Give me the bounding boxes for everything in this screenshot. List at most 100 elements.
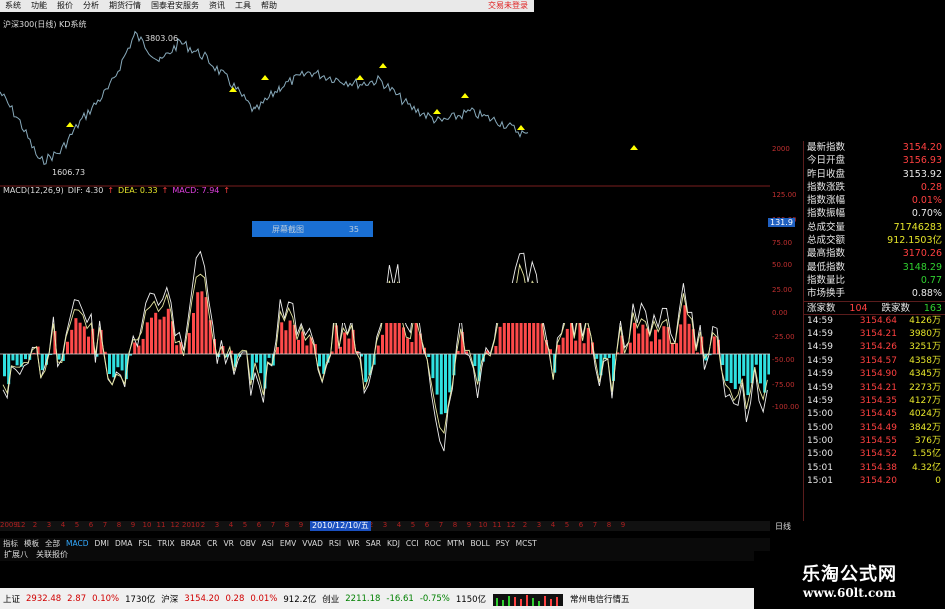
macd-bar	[108, 354, 111, 375]
low-price-label: 1606.73	[52, 168, 86, 177]
hs-label: 沪深	[161, 594, 179, 605]
tick-t: 15:00	[807, 422, 833, 433]
indicator-tab[interactable]: CCI	[403, 538, 422, 549]
macd-bar	[305, 345, 309, 354]
macd-arrow-icon: ↑	[223, 186, 231, 195]
menu-item[interactable]: 工具	[230, 0, 256, 12]
date-tick: 7	[592, 521, 598, 529]
axis-tick: -50.00	[772, 356, 795, 364]
macd-bar	[208, 320, 212, 354]
screenshot-overlay[interactable]: 屏幕截图 35	[252, 221, 373, 237]
macd-bar	[288, 320, 292, 354]
tick-t: 15:01	[807, 462, 833, 473]
indicator-tab[interactable]: 全部	[42, 538, 63, 549]
menu-item[interactable]: 分析	[78, 0, 104, 12]
indicator-tab[interactable]: WR	[344, 538, 363, 549]
indicator-tab[interactable]: RSI	[326, 538, 344, 549]
date-tick: 8	[452, 521, 458, 529]
indicator-tab[interactable]: BRAR	[178, 538, 204, 549]
macd-bar	[255, 354, 258, 363]
tick-t: 15:00	[807, 409, 833, 420]
indicator-tab[interactable]: ROC	[422, 538, 444, 549]
tick-v: 1.55亿	[911, 449, 941, 460]
macd-bar	[759, 354, 762, 384]
menu-item[interactable]: 功能	[26, 0, 52, 12]
sh-change: 2.87	[67, 593, 87, 604]
chart-title: 沪深300(日线) KD系统	[3, 20, 87, 29]
indicator-tab[interactable]: OBV	[237, 538, 259, 549]
macd-bar	[431, 354, 435, 379]
indicator-tab[interactable]: VR	[220, 538, 236, 549]
quote-value: 0.28	[920, 181, 942, 193]
indicator-tab[interactable]: BOLL	[467, 538, 492, 549]
macd-bar	[448, 354, 452, 393]
indicator-tab[interactable]: KDJ	[384, 538, 403, 549]
macd-bar	[557, 344, 561, 354]
indicator-tab[interactable]: DMI	[91, 538, 111, 549]
quote-row: 指数涨幅 0.01%	[804, 194, 945, 207]
quote-value: 912.1503亿	[887, 235, 942, 247]
macd-bar	[166, 308, 170, 354]
period-label[interactable]: 日线	[775, 521, 791, 532]
macd-bar	[364, 354, 368, 383]
macd-bar	[141, 338, 145, 354]
menu-item[interactable]: 帮助	[256, 0, 282, 12]
tick-v: 4126万	[909, 315, 941, 326]
tick-p: 3154.52	[859, 449, 897, 460]
indicator-tab[interactable]: 指标	[0, 538, 21, 549]
indicator-tab[interactable]: PSY	[493, 538, 513, 549]
date-tick: 6	[578, 521, 584, 529]
macd-bar	[15, 354, 19, 366]
date-tick: 7	[438, 521, 444, 529]
date-tick: 5	[74, 521, 80, 529]
indicator-tab[interactable]: MTM	[444, 538, 468, 549]
tick-p: 3154.35	[859, 395, 897, 406]
indicator-tab[interactable]: MACD	[63, 538, 91, 549]
redacted-area	[323, 283, 620, 323]
macd-bar	[309, 337, 313, 354]
sub-tabs: 扩展八 关联报价	[0, 549, 770, 561]
date-tick: 12	[170, 521, 180, 529]
macd-bar	[78, 322, 82, 354]
macd-bar	[649, 341, 653, 354]
indicator-tab[interactable]: EMV	[277, 538, 299, 549]
macd-bar	[406, 338, 410, 354]
macd-bar	[435, 354, 439, 395]
indicator-tab[interactable]: MCST	[513, 538, 540, 549]
quote-row: 指数量比 0.77	[804, 274, 945, 287]
macd-bar	[733, 354, 737, 390]
date-tick: 8	[116, 521, 122, 529]
indicator-tab[interactable]: TRIX	[154, 538, 177, 549]
indicator-tab[interactable]: ASI	[259, 538, 277, 549]
quote-panel: 最新指数 3154.20 今日开盘 3156.93 昨日收盘 3153.92 指数涨跌 0.2…	[803, 141, 945, 521]
macd-bar	[414, 320, 418, 354]
indicator-tab[interactable]: CR	[204, 538, 220, 549]
trade-status-label[interactable]: 交易未登录	[488, 0, 532, 12]
menu-item[interactable]: 报价	[52, 0, 78, 12]
quote-key: 总成交量	[807, 221, 846, 233]
tick-row: 14:59 3154.57 4358万	[804, 355, 945, 368]
quote-row: 总成交额 912.1503亿	[804, 234, 945, 247]
indicator-tab[interactable]: SAR	[363, 538, 384, 549]
menu-item[interactable]: 期货行情	[104, 0, 146, 12]
menu-item[interactable]: 国泰君安服务	[146, 0, 204, 12]
indicator-tab[interactable]: DMA	[112, 538, 135, 549]
tick-t: 14:59	[807, 328, 833, 339]
indicator-tab[interactable]: VVAD	[299, 538, 326, 549]
indicator-tab[interactable]: FSL	[135, 538, 154, 549]
macd-bar	[200, 291, 204, 354]
sub-tab[interactable]: 关联报价	[32, 549, 72, 561]
macd-bar	[267, 354, 271, 358]
current-value-tag: 131.9	[768, 218, 795, 227]
indicator-tab[interactable]: 模板	[21, 538, 42, 549]
sh-value: 2932.48	[26, 593, 62, 604]
menu-item[interactable]: 资讯	[204, 0, 230, 12]
tick-row: 15:01 3154.38 4.32亿	[804, 462, 945, 475]
sub-tab[interactable]: 扩展八	[0, 549, 32, 561]
macd-bar	[40, 354, 44, 371]
menu-item[interactable]: 系统	[0, 0, 26, 12]
date-tick: 2009	[0, 521, 18, 529]
quote-value: 3156.93	[902, 155, 942, 167]
tick-v: 3842万	[909, 422, 941, 433]
status-link[interactable]: 常州电信行情五	[567, 593, 633, 605]
